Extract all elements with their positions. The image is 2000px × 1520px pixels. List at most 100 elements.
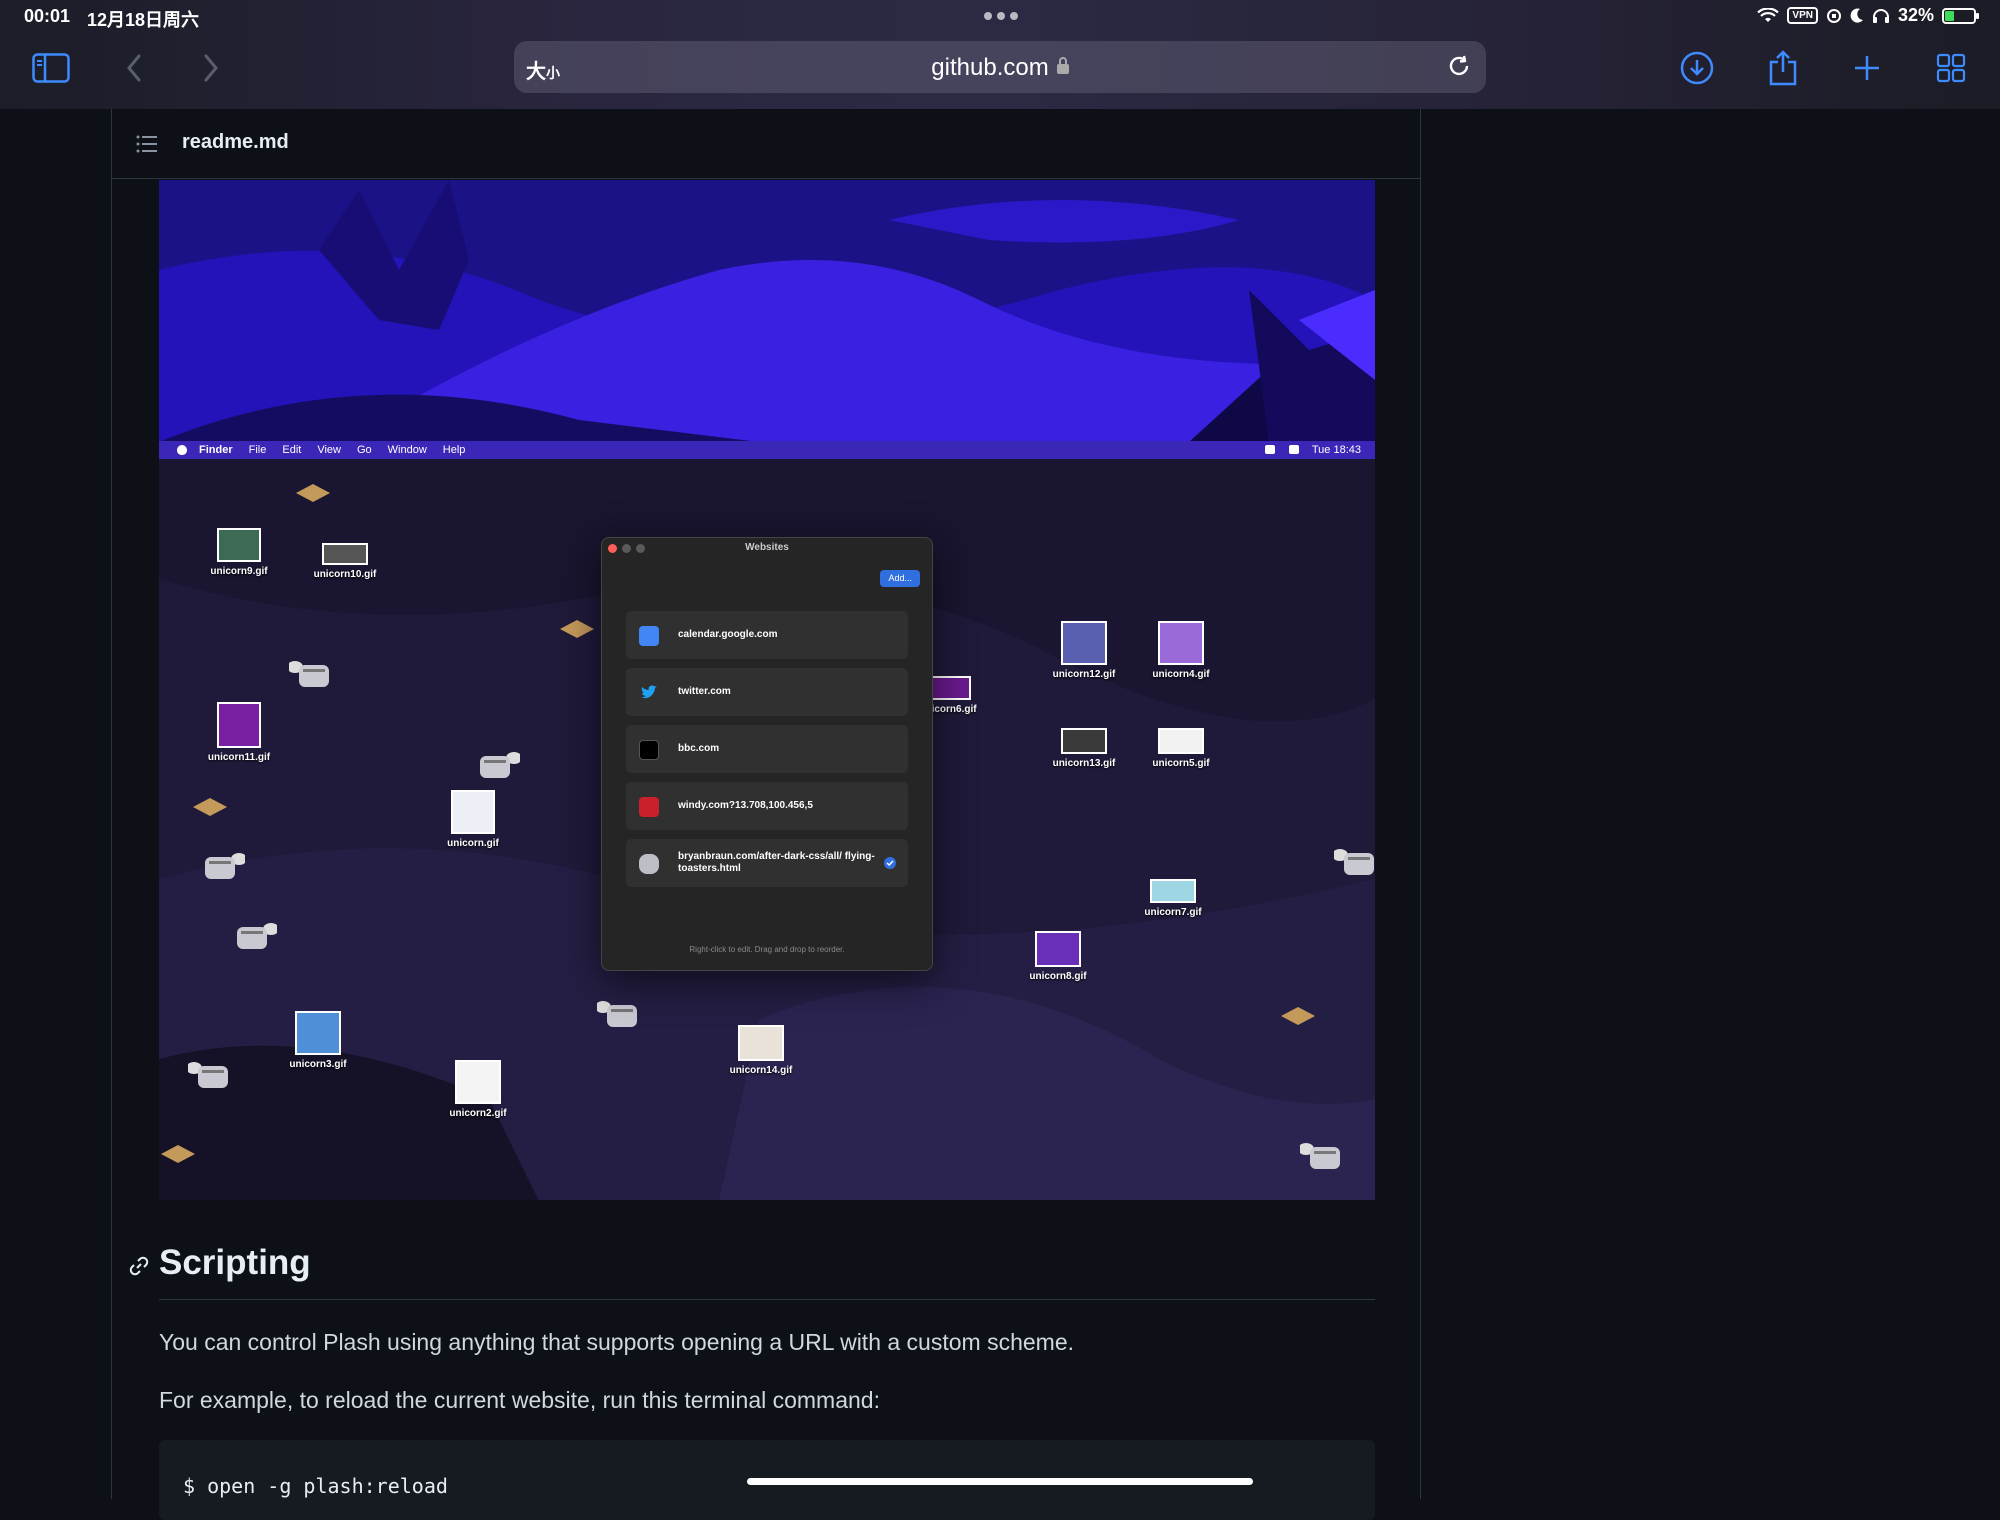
desktop-file-unicorn5: unicorn5.gif (1141, 728, 1221, 769)
toast-icon (296, 484, 330, 502)
status-date: 12月18日周六 (87, 10, 200, 30)
paragraph: You can control Plash using anything tha… (159, 1329, 1075, 1355)
heading-divider (159, 1299, 1375, 1300)
battery-icon (1942, 7, 1979, 24)
table-of-contents-icon[interactable] (136, 135, 158, 153)
wallpaper-top (159, 180, 1375, 442)
code-text: $ open -g plash:reload (183, 1474, 448, 1498)
desktop-file-unicorn2: unicorn2.gif (438, 1060, 518, 1119)
desktop-file-unicorn4: unicorn4.gif (1141, 621, 1221, 680)
desktop-file-unicorn10: unicorn10.gif (305, 543, 385, 580)
readme-panel: readme.md Finder File Edit View Go Windo… (111, 109, 1421, 1520)
plash-screenshot: Finder File Edit View Go Window Help Tue… (159, 180, 1375, 1200)
section-heading: Scripting (159, 1243, 311, 1282)
menu-finder: Finder (199, 444, 233, 456)
toast-icon (161, 1145, 195, 1163)
plash-menubar-icon (1265, 445, 1275, 454)
toast-icon (560, 620, 594, 638)
reload-icon (1449, 55, 1469, 76)
sidebar-icon (32, 53, 70, 83)
page-margin (1420, 109, 2000, 1499)
toaster-icon (188, 1062, 228, 1088)
checkmark-icon (884, 857, 896, 869)
anchor-link-icon[interactable] (128, 1255, 150, 1277)
twitter-icon (641, 685, 657, 699)
toaster-icon (1300, 1143, 1340, 1169)
desktop-file-unicorn14: unicorn14.gif (721, 1025, 801, 1076)
google-calendar-icon (639, 626, 659, 646)
website-url: bryanbraun.com/after-dark-css/all/ flyin… (678, 851, 875, 874)
website-url: twitter.com (678, 686, 731, 697)
desktop-file-unicorn12: unicorn12.gif (1044, 621, 1124, 680)
home-indicator[interactable] (747, 1478, 1253, 1485)
window-title: Websites (745, 542, 789, 553)
wifi-icon (1757, 7, 1780, 22)
reload-button[interactable] (1446, 53, 1472, 84)
website-row-selected[interactable]: bryanbraun.com/after-dark-css/all/ flyin… (626, 839, 908, 887)
toast-icon (1281, 1007, 1315, 1025)
downloads-button[interactable] (1675, 48, 1719, 88)
share-button[interactable] (1761, 48, 1805, 88)
headphones-icon (1872, 8, 1889, 23)
battery-percent: 32% (1897, 5, 1934, 25)
vpn-badge: VPN (1787, 7, 1818, 24)
file-name: readme.md (182, 131, 289, 153)
browser-chrome: 00:01 12月18日周六 VPN 32% 大小 github.com (0, 0, 2000, 109)
website-url: windy.com?13.708,100.456,5 (678, 800, 813, 811)
windy-icon (639, 797, 659, 817)
apple-menu-icon (177, 445, 187, 455)
desktop-file-unicorn13: unicorn13.gif (1044, 728, 1124, 769)
status-time: 00:01 (24, 6, 71, 26)
website-url: bbc.com (678, 743, 720, 754)
menu-edit: Edit (282, 444, 302, 456)
menu-go: Go (356, 444, 372, 456)
tabs-overview-button[interactable] (1929, 48, 1973, 88)
toaster-icon (289, 661, 329, 687)
desktop-file-unicorn3: unicorn3.gif (278, 1011, 358, 1070)
desktop-file-unicorn: unicorn.gif (433, 790, 513, 849)
moon-icon (1850, 8, 1863, 23)
sidebar-button[interactable] (29, 48, 73, 88)
back-button[interactable] (112, 48, 156, 88)
toast-icon (193, 798, 227, 816)
website-url: calendar.google.com (678, 629, 778, 640)
add-website-button[interactable]: Add... (880, 570, 920, 587)
menu-file: File (248, 444, 267, 456)
paragraph: For example, to reload the current websi… (159, 1387, 880, 1413)
menubar-clock: Tue 18:43 (1311, 444, 1361, 456)
website-row[interactable]: windy.com?13.708,100.456,5 (626, 782, 908, 830)
toaster-icon (1334, 849, 1374, 875)
new-tab-icon (1855, 56, 1879, 80)
toaster-icon (639, 854, 659, 874)
back-icon (127, 54, 141, 82)
toaster-icon (480, 752, 520, 778)
website-row[interactable]: twitter.com (626, 668, 908, 716)
share-icon (1769, 50, 1797, 86)
lock-icon (1056, 57, 1069, 74)
forward-icon (204, 54, 218, 82)
website-row[interactable]: bbc.com (626, 725, 908, 773)
tabs-overview-icon (1936, 53, 1966, 83)
desktop-file-unicorn8: unicorn8.gif (1018, 931, 1098, 982)
bbc-icon (639, 740, 659, 760)
desktop-file-unicorn9: unicorn9.gif (199, 528, 279, 577)
address-bar[interactable]: 大小 github.com (514, 41, 1486, 93)
new-tab-button[interactable] (1845, 48, 1889, 88)
toaster-icon (205, 853, 245, 879)
menu-help: Help (442, 444, 466, 456)
url-text[interactable]: github.com (514, 54, 1486, 82)
status-right: VPN 32% (1757, 5, 1979, 26)
toaster-icon (597, 1001, 637, 1027)
website-row[interactable]: calendar.google.com (626, 611, 908, 659)
forward-button[interactable] (189, 48, 233, 88)
desktop-file-unicorn7: unicorn7.gif (1133, 879, 1213, 918)
download-icon (1680, 51, 1714, 85)
multitasking-dots-icon[interactable] (984, 10, 1018, 22)
toaster-icon (237, 923, 277, 949)
websites-window: Websites Add... calendar.google.com twit… (601, 537, 933, 971)
orientation-lock-icon (1826, 8, 1841, 23)
file-header: readme.md (112, 109, 1420, 179)
menu-window: Window (387, 444, 427, 456)
desktop-file-unicorn11: unicorn11.gif (199, 702, 279, 763)
window-hint: Right-click to edit. Drag and drop to re… (689, 945, 845, 954)
